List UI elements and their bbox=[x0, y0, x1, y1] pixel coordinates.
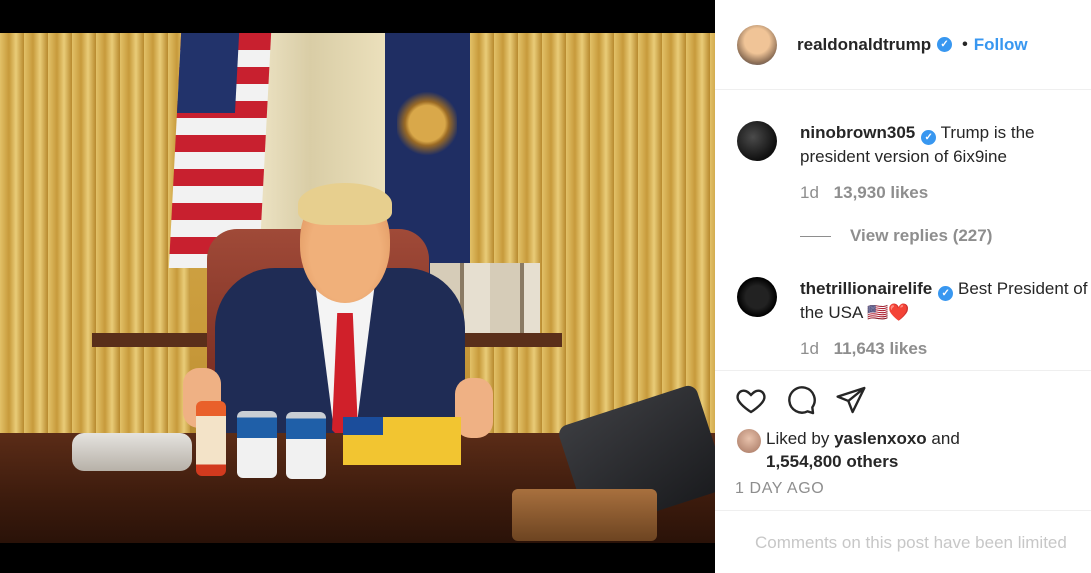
comment-meta: 1d 13,930 likes bbox=[800, 183, 1091, 203]
commenter-avatar[interactable] bbox=[737, 277, 777, 317]
goya-bean-bag bbox=[72, 433, 192, 471]
liker-username[interactable]: yaslenxoxo bbox=[834, 429, 927, 448]
comment-likes[interactable]: 11,643 likes bbox=[834, 339, 928, 358]
goya-coconut-milk-can bbox=[286, 412, 326, 479]
action-bar bbox=[735, 384, 867, 416]
share-icon[interactable] bbox=[835, 384, 867, 416]
comment-likes[interactable]: 13,930 likes bbox=[834, 183, 929, 202]
liked-by-connector: and bbox=[931, 429, 960, 448]
person-hair bbox=[298, 183, 392, 225]
wood-stand bbox=[512, 489, 657, 541]
comment-body: ninobrown305 ✓ Trump is the president ver… bbox=[800, 121, 1091, 168]
verified-badge-icon: ✓ bbox=[938, 286, 954, 301]
liker-avatar[interactable] bbox=[737, 429, 761, 453]
replies-line bbox=[800, 235, 831, 237]
commenter-username[interactable]: thetrillionairelife bbox=[800, 279, 932, 298]
divider bbox=[715, 510, 1091, 511]
comment-item: ninobrown305 ✓ Trump is the president ver… bbox=[737, 121, 1091, 203]
header-separator: • bbox=[962, 35, 968, 53]
post-time[interactable]: 1 DAY AGO bbox=[735, 480, 824, 498]
comment-body: thetrillionairelife ✓ Best President of t… bbox=[800, 277, 1091, 324]
liked-by-prefix: Liked by bbox=[766, 429, 830, 448]
comment-age: 1d bbox=[800, 183, 819, 202]
verified-badge-icon: ✓ bbox=[937, 37, 953, 52]
goya-logo-box bbox=[343, 417, 383, 435]
curtain-left bbox=[0, 33, 190, 453]
owner-avatar[interactable] bbox=[737, 24, 777, 65]
comment-meta: 1d 11,643 likes bbox=[800, 339, 1091, 359]
view-replies-label: View replies (227) bbox=[850, 226, 993, 245]
likes-summary: Liked by yaslenxoxo and 1,554,800 others bbox=[737, 427, 960, 473]
instagram-post-view: realdonaldtrump ✓ • Follow ninobrown305 ✓… bbox=[0, 0, 1091, 573]
comment-age: 1d bbox=[800, 339, 819, 358]
likes-count[interactable]: 1,554,800 others bbox=[766, 452, 898, 471]
follow-button[interactable]: Follow bbox=[974, 35, 1028, 55]
goya-adobo-jar bbox=[196, 401, 226, 476]
post-header: realdonaldtrump ✓ • Follow bbox=[715, 0, 1091, 90]
post-photo[interactable] bbox=[0, 33, 715, 543]
divider bbox=[715, 370, 1091, 371]
goya-beans-can bbox=[237, 411, 277, 478]
owner-username[interactable]: realdonaldtrump bbox=[797, 35, 931, 55]
commenter-avatar[interactable] bbox=[737, 121, 777, 161]
commenter-username[interactable]: ninobrown305 bbox=[800, 123, 915, 142]
heart-icon[interactable] bbox=[735, 384, 767, 416]
comments-limited-notice: Comments on this post have been limited bbox=[755, 533, 1067, 552]
post-sidebar: realdonaldtrump ✓ • Follow ninobrown305 ✓… bbox=[715, 0, 1091, 573]
post-photo-area bbox=[0, 0, 715, 573]
view-replies-button[interactable]: View replies (227) bbox=[800, 226, 992, 246]
comment-icon[interactable] bbox=[785, 384, 817, 416]
verified-badge-icon: ✓ bbox=[921, 130, 937, 145]
comment-item: thetrillionairelife ✓ Best President of t… bbox=[737, 277, 1091, 359]
